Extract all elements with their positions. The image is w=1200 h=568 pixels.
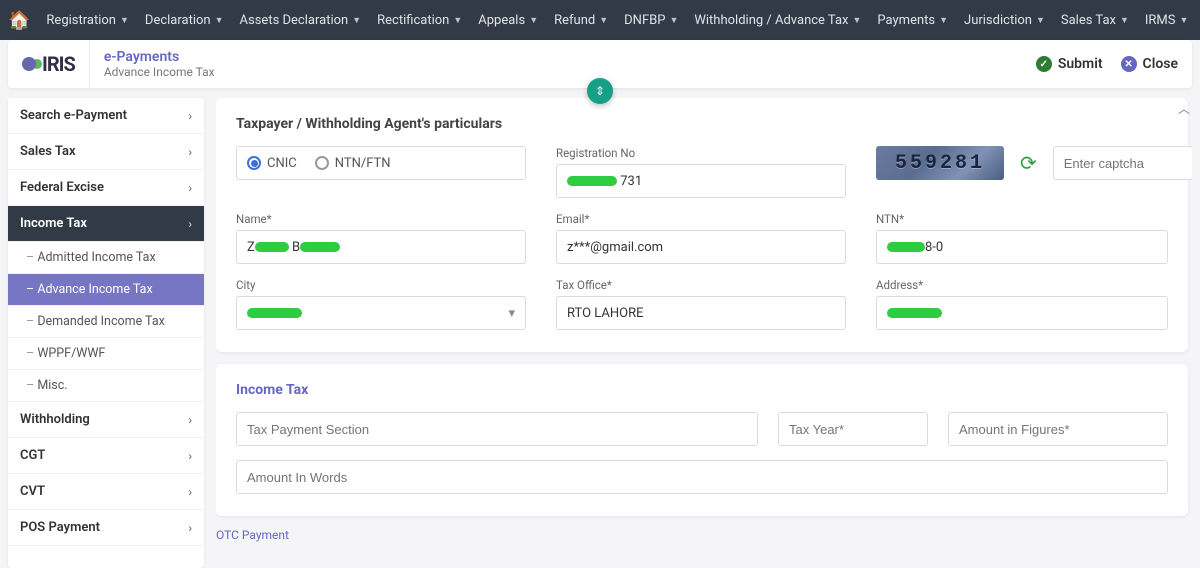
chevron-down-icon: ▼ [939, 15, 948, 26]
submit-button[interactable]: ✓ Submit [1036, 56, 1103, 72]
sidebar-item-income-tax[interactable]: Income Tax› [8, 206, 204, 242]
label-city: City [236, 278, 526, 292]
check-icon: ✓ [1036, 56, 1052, 72]
sidebar-sub-admitted[interactable]: Admitted Income Tax [8, 242, 204, 274]
brand-logo: IRIS [22, 52, 75, 76]
nav-rectification[interactable]: Rectification▼ [371, 13, 468, 28]
nav-assets-declaration[interactable]: Assets Declaration▼ [234, 13, 368, 28]
nav-irms[interactable]: IRMS▼ [1139, 13, 1195, 28]
chevron-right-icon: › [188, 485, 192, 499]
tax-section-input[interactable] [236, 412, 758, 446]
amount-figures-input[interactable] [948, 412, 1168, 446]
taxpayer-heading: Taxpayer / Withholding Agent's particula… [236, 116, 1168, 132]
sidebar-sub-misc[interactable]: Misc. [8, 370, 204, 402]
nav-appeals[interactable]: Appeals▼ [472, 13, 544, 28]
panel-collapse-icon[interactable]: ︿ [1178, 100, 1190, 117]
radio-cnic[interactable]: CNIC [247, 156, 297, 171]
close-icon: ✕ [1121, 56, 1137, 72]
email-input[interactable]: z***@gmail.com [556, 230, 846, 264]
id-type-radio-group: CNIC NTN/FTN [236, 146, 526, 180]
otc-payment-link[interactable]: OTC Payment [216, 528, 1188, 542]
nav-withholding-advance[interactable]: Withholding / Advance Tax▼ [688, 13, 867, 28]
chevron-right-icon: › [188, 521, 192, 535]
nav-jurisdiction[interactable]: Jurisdiction▼ [958, 13, 1051, 28]
chevron-down-icon: ▾ [508, 306, 515, 321]
radio-unchecked-icon [315, 156, 329, 170]
chevron-down-icon: ▼ [852, 15, 861, 26]
chevron-right-icon: › [188, 109, 192, 123]
brand: IRIS [22, 40, 90, 88]
income-tax-panel: Income Tax [216, 364, 1188, 516]
nav-refund[interactable]: Refund▼ [548, 13, 614, 28]
sidebar-item-cgt[interactable]: CGT› [8, 438, 204, 474]
sidebar-sub-advance[interactable]: Advance Income Tax [8, 274, 204, 306]
submit-label: Submit [1058, 56, 1103, 72]
content-area: ︿ Taxpayer / Withholding Agent's particu… [216, 98, 1192, 568]
radio-checked-icon [247, 156, 261, 170]
nav-declaration[interactable]: Declaration▼ [139, 13, 230, 28]
sidebar-sub-demanded[interactable]: Demanded Income Tax [8, 306, 204, 338]
chevron-down-icon: ▼ [352, 15, 361, 26]
chevron-right-icon: › [188, 145, 192, 159]
chevron-down-icon: ▼ [1120, 15, 1129, 26]
refresh-icon[interactable]: ⟳ [1020, 151, 1037, 175]
name-input[interactable]: Z B [236, 230, 526, 264]
tax-year-input[interactable] [778, 412, 928, 446]
chevron-right-icon: › [188, 413, 192, 427]
label-taxoffice: Tax Office* [556, 278, 846, 292]
chevron-down-icon: ▼ [453, 15, 462, 26]
page-title-block: e-Payments Advance Income Tax [104, 49, 215, 79]
taxpayer-panel: Taxpayer / Withholding Agent's particula… [216, 98, 1188, 352]
sidebar-item-sales-tax[interactable]: Sales Tax› [8, 134, 204, 170]
chevron-right-icon: › [188, 217, 192, 231]
amount-words-input[interactable] [236, 460, 1168, 494]
chevron-down-icon: ▼ [1036, 15, 1045, 26]
page-title: e-Payments [104, 49, 215, 65]
sidebar-item-cvt[interactable]: CVT› [8, 474, 204, 510]
chevron-right-icon: › [188, 449, 192, 463]
chevron-down-icon: ▼ [599, 15, 608, 26]
radio-ntn[interactable]: NTN/FTN [315, 156, 391, 171]
label-ntn: NTN* [876, 212, 1168, 226]
sidebar-item-pos-payment[interactable]: POS Payment› [8, 510, 204, 546]
home-icon[interactable]: 🏠 [8, 10, 30, 31]
chevron-down-icon: ▼ [1180, 15, 1189, 26]
close-button[interactable]: ✕ Close [1121, 56, 1178, 72]
income-tax-heading: Income Tax [236, 382, 1168, 398]
registration-no-input[interactable]: 731 [556, 164, 846, 198]
chevron-right-icon: › [188, 181, 192, 195]
label-name: Name* [236, 212, 526, 226]
chevron-down-icon: ▼ [669, 15, 678, 26]
sidebar-item-search-epayment[interactable]: Search e-Payment› [8, 98, 204, 134]
chevron-down-icon: ▼ [529, 15, 538, 26]
ntn-input[interactable]: 8-0 [876, 230, 1168, 264]
tax-office-input[interactable]: RTO LAHORE [556, 296, 846, 330]
address-input[interactable] [876, 296, 1168, 330]
sidebar-item-federal-excise[interactable]: Federal Excise› [8, 170, 204, 206]
city-select[interactable]: ▾ [236, 296, 526, 330]
captcha-image: 559281 [876, 146, 1004, 180]
sidebar-sub-wppf[interactable]: WPPF/WWF [8, 338, 204, 370]
close-label: Close [1143, 56, 1178, 72]
nav-sales-tax[interactable]: Sales Tax▼ [1055, 13, 1135, 28]
chevron-down-icon: ▼ [120, 15, 129, 26]
sidebar: Search e-Payment› Sales Tax› Federal Exc… [8, 98, 204, 568]
nav-payments[interactable]: Payments▼ [871, 13, 954, 28]
captcha-input[interactable] [1053, 146, 1192, 180]
chevron-down-icon: ▼ [215, 15, 224, 26]
nav-dnfbp[interactable]: DNFBP▼ [618, 13, 684, 28]
top-nav: 🏠 Registration▼ Declaration▼ Assets Decl… [0, 0, 1200, 40]
label-address: Address* [876, 278, 1168, 292]
sidebar-item-withholding[interactable]: Withholding› [8, 402, 204, 438]
expand-collapse-toggle[interactable]: ⇕ [587, 78, 613, 104]
nav-registration[interactable]: Registration▼ [40, 13, 134, 28]
label-email: Email* [556, 212, 846, 226]
label-regno: Registration No [556, 146, 846, 160]
page-subtitle: Advance Income Tax [104, 65, 215, 79]
